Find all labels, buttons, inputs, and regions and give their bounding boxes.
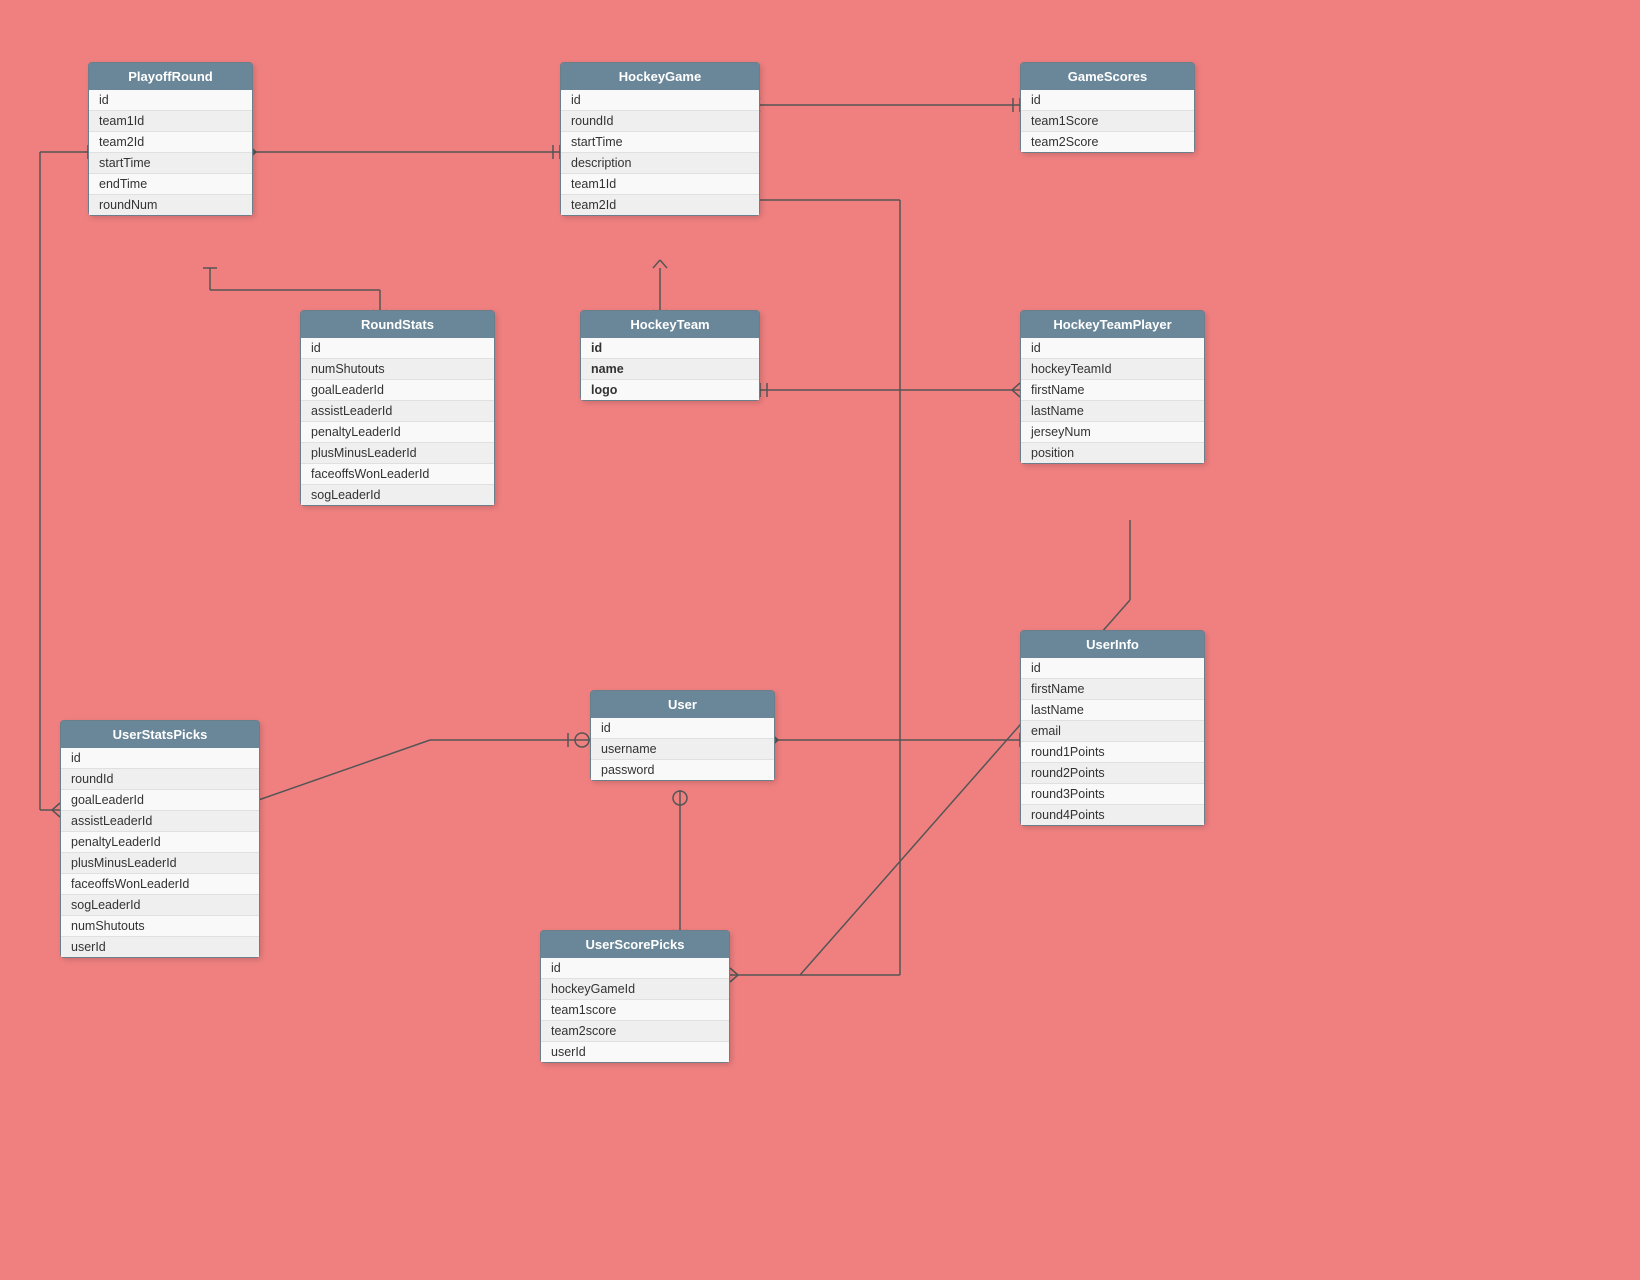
field-row: id: [541, 958, 729, 979]
field-row: roundId: [61, 769, 259, 790]
field-row: id: [591, 718, 774, 739]
field-row: faceoffsWonLeaderId: [301, 464, 494, 485]
entity-userinfo-header: UserInfo: [1021, 631, 1204, 658]
field-row: sogLeaderId: [61, 895, 259, 916]
field-row: round2Points: [1021, 763, 1204, 784]
field-row: id: [1021, 338, 1204, 359]
field-row: id: [1021, 658, 1204, 679]
entity-hockeyteamplayer: HockeyTeamPlayer id hockeyTeamId firstNa…: [1020, 310, 1205, 464]
field-row: team1Id: [89, 111, 252, 132]
field-row: jerseyNum: [1021, 422, 1204, 443]
field-row: hockeyGameId: [541, 979, 729, 1000]
field-row: startTime: [89, 153, 252, 174]
entity-roundstats-header: RoundStats: [301, 311, 494, 338]
field-row: id: [581, 338, 759, 359]
entity-playoffround: PlayoffRound id team1Id team2Id startTim…: [88, 62, 253, 216]
field-row: roundId: [561, 111, 759, 132]
entity-hockeyteam: HockeyTeam id name logo: [580, 310, 760, 401]
field-row: position: [1021, 443, 1204, 463]
field-row: userId: [541, 1042, 729, 1062]
field-row: roundNum: [89, 195, 252, 215]
field-row: logo: [581, 380, 759, 400]
field-row: sogLeaderId: [301, 485, 494, 505]
field-row: goalLeaderId: [61, 790, 259, 811]
field-row: penaltyLeaderId: [301, 422, 494, 443]
entity-hockeygame: HockeyGame id roundId startTime descript…: [560, 62, 760, 216]
field-row: numShutouts: [61, 916, 259, 937]
field-row: plusMinusLeaderId: [301, 443, 494, 464]
field-row: id: [301, 338, 494, 359]
entity-userstatspicks-header: UserStatsPicks: [61, 721, 259, 748]
entity-hockeyteamplayer-header: HockeyTeamPlayer: [1021, 311, 1204, 338]
field-row: endTime: [89, 174, 252, 195]
field-row: team2Id: [89, 132, 252, 153]
field-row: id: [61, 748, 259, 769]
field-row: goalLeaderId: [301, 380, 494, 401]
entity-user: User id username password: [590, 690, 775, 781]
entity-user-header: User: [591, 691, 774, 718]
entity-userscorepicks-header: UserScorePicks: [541, 931, 729, 958]
field-row: username: [591, 739, 774, 760]
field-row: id: [89, 90, 252, 111]
field-row: id: [1021, 90, 1194, 111]
entity-userstatspicks: UserStatsPicks id roundId goalLeaderId a…: [60, 720, 260, 958]
field-row: name: [581, 359, 759, 380]
field-row: team1Score: [1021, 111, 1194, 132]
entity-playoffround-header: PlayoffRound: [89, 63, 252, 90]
field-row: team1Id: [561, 174, 759, 195]
field-row: faceoffsWonLeaderId: [61, 874, 259, 895]
field-row: startTime: [561, 132, 759, 153]
field-row: assistLeaderId: [301, 401, 494, 422]
field-row: firstName: [1021, 679, 1204, 700]
entity-userscorepicks: UserScorePicks id hockeyGameId team1scor…: [540, 930, 730, 1063]
entity-hockeygame-header: HockeyGame: [561, 63, 759, 90]
entity-roundstats: RoundStats id numShutouts goalLeaderId a…: [300, 310, 495, 506]
field-row: hockeyTeamId: [1021, 359, 1204, 380]
entity-gamescores-header: GameScores: [1021, 63, 1194, 90]
field-row: team2Score: [1021, 132, 1194, 152]
field-row: round3Points: [1021, 784, 1204, 805]
field-row: team1score: [541, 1000, 729, 1021]
field-row: description: [561, 153, 759, 174]
field-row: round4Points: [1021, 805, 1204, 825]
field-row: penaltyLeaderId: [61, 832, 259, 853]
field-row: lastName: [1021, 700, 1204, 721]
entity-hockeyteam-header: HockeyTeam: [581, 311, 759, 338]
field-row: team2score: [541, 1021, 729, 1042]
field-row: id: [561, 90, 759, 111]
diagram-container: PlayoffRound id team1Id team2Id startTim…: [0, 0, 1640, 1280]
field-row: password: [591, 760, 774, 780]
field-row: email: [1021, 721, 1204, 742]
field-row: round1Points: [1021, 742, 1204, 763]
field-row: assistLeaderId: [61, 811, 259, 832]
entity-gamescores: GameScores id team1Score team2Score: [1020, 62, 1195, 153]
field-row: team2Id: [561, 195, 759, 215]
field-row: firstName: [1021, 380, 1204, 401]
field-row: plusMinusLeaderId: [61, 853, 259, 874]
field-row: lastName: [1021, 401, 1204, 422]
entity-userinfo: UserInfo id firstName lastName email rou…: [1020, 630, 1205, 826]
field-row: userId: [61, 937, 259, 957]
field-row: numShutouts: [301, 359, 494, 380]
